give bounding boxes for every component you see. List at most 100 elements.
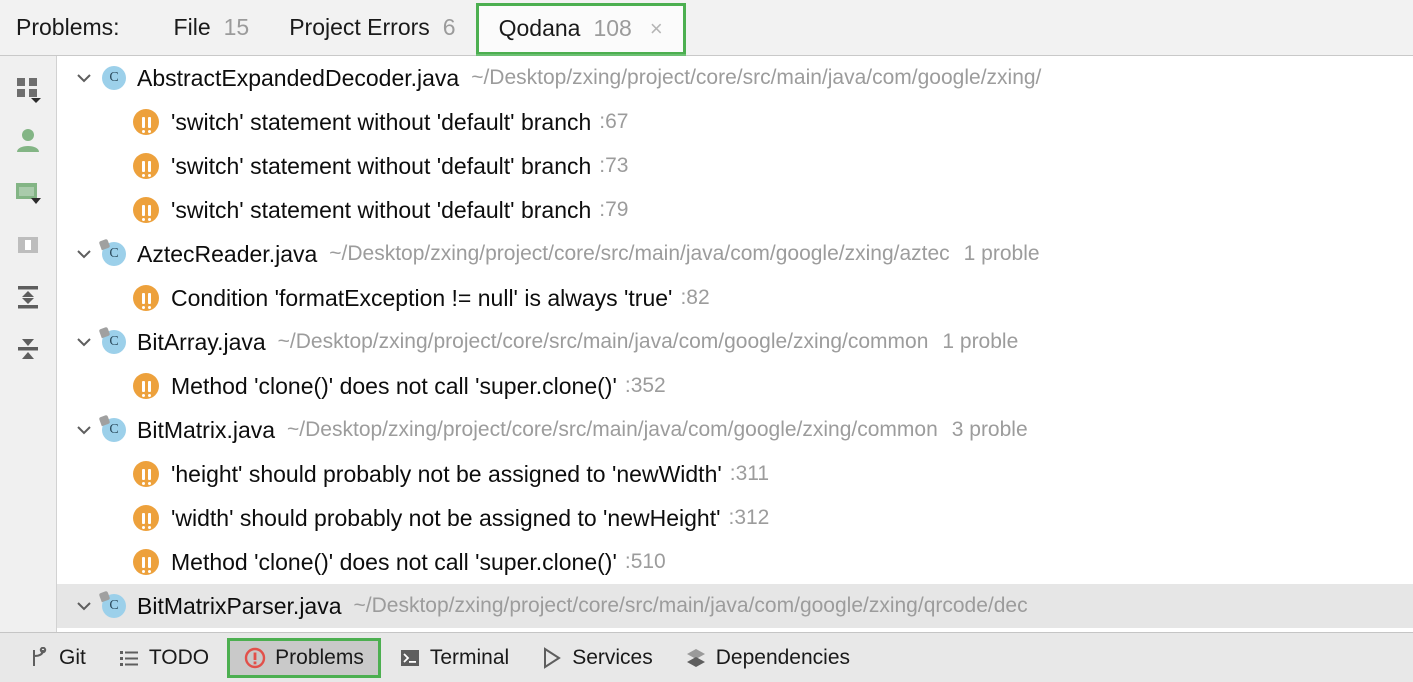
tab-qodana[interactable]: Qodana 108 × xyxy=(475,2,686,58)
java-class-icon: C xyxy=(98,326,127,355)
split-panel-icon[interactable] xyxy=(6,224,50,266)
tree-problem-line: :82 xyxy=(680,286,710,309)
collapse-all-glyph xyxy=(18,339,38,359)
warning-icon xyxy=(133,197,159,223)
tool-window-todo-label: TODO xyxy=(148,645,210,669)
tool-window-todo[interactable]: TODO xyxy=(104,638,223,678)
tree-file-problem-count: 1 proble xyxy=(942,330,1019,353)
problems-label: Problems: xyxy=(16,14,120,40)
java-class-icon: C xyxy=(98,238,127,267)
tree-problem-text: 'switch' statement without 'default' bra… xyxy=(171,196,592,223)
tree-problem-text: 'switch' statement without 'default' bra… xyxy=(171,152,592,179)
split-panel-glyph xyxy=(18,237,38,253)
tree-file-path: ~/Desktop/zxing/project/core/src/main/ja… xyxy=(471,66,1042,89)
tree-file-row[interactable]: C BitArray.java ~/Desktop/zxing/project/co… xyxy=(57,320,1413,364)
tool-window-dependencies-label: Dependencies xyxy=(715,645,850,669)
tree-problem-row[interactable]: Method 'clone()' does not call 'super.cl… xyxy=(57,364,1413,408)
tab-project-errors-label: Project Errors xyxy=(289,14,430,40)
chevron-down-icon[interactable] xyxy=(71,421,97,439)
tab-qodana-label: Qodana xyxy=(498,15,581,41)
tree-problem-text: Method 'clone()' does not call 'super.cl… xyxy=(171,372,617,399)
chevron-down-icon[interactable] xyxy=(71,245,97,263)
java-class-icon: C xyxy=(98,414,127,443)
chevron-down-icon[interactable] xyxy=(71,69,97,87)
tool-window-git-label: Git xyxy=(59,645,86,669)
tree-problem-text: 'switch' statement without 'default' bra… xyxy=(171,108,592,135)
tab-project-errors-count: 6 xyxy=(442,14,456,40)
tree-file-row[interactable]: C BitMatrixParser.java ~/Desktop/zxing/pro… xyxy=(57,584,1413,628)
tree-file-path: ~/Desktop/zxing/project/core/src/main/ja… xyxy=(277,330,929,353)
chevron-down-icon[interactable] xyxy=(71,597,97,615)
warning-icon xyxy=(133,505,159,531)
tool-window-services-label: Services xyxy=(572,645,653,669)
dependencies-layers-icon xyxy=(685,647,707,669)
tool-window-dependencies[interactable]: Dependencies xyxy=(671,638,864,678)
tree-file-path: ~/Desktop/zxing/project/core/src/main/ja… xyxy=(353,594,1028,617)
tree-file-problem-count: 3 proble xyxy=(951,418,1028,441)
java-class-letter: C xyxy=(102,66,126,90)
close-icon[interactable]: × xyxy=(650,17,663,40)
tab-project-errors[interactable]: Project Errors 6 xyxy=(269,2,475,54)
tree-file-name: BitMatrixParser.java xyxy=(137,592,342,619)
tree-problem-row[interactable]: Method 'clone()' does not call 'super.cl… xyxy=(57,540,1413,584)
preview-panel-glyph xyxy=(16,183,41,204)
tree-problem-line: :67 xyxy=(599,110,629,133)
problems-error-icon xyxy=(244,647,266,669)
tree-file-path: ~/Desktop/zxing/project/core/src/main/ja… xyxy=(287,418,938,441)
warning-icon xyxy=(133,549,159,575)
tree-problem-line: :510 xyxy=(624,550,666,573)
tree-file-name: AztecReader.java xyxy=(137,240,318,267)
tool-window-bar: Git TODO Problems Terminal Services Depe… xyxy=(0,632,1413,682)
tree-problem-text: Method 'clone()' does not call 'super.cl… xyxy=(171,548,617,575)
tab-file[interactable]: File 15 xyxy=(154,2,270,54)
tree-file-name: BitMatrix.java xyxy=(137,416,276,443)
group-by-glyph xyxy=(17,78,41,103)
tab-qodana-count: 108 xyxy=(593,15,632,41)
problems-tool-window: Problems: File 15 Project Errors 6 Qodan… xyxy=(0,0,1413,682)
warning-icon xyxy=(133,461,159,487)
chevron-down-icon[interactable] xyxy=(71,333,97,351)
tree-problem-line: :311 xyxy=(729,462,770,485)
problems-sidebar xyxy=(0,56,57,632)
expand-all-glyph xyxy=(18,286,38,309)
tool-window-git[interactable]: Git xyxy=(14,638,100,678)
tab-file-label: File xyxy=(173,14,211,40)
tool-window-terminal[interactable]: Terminal xyxy=(385,638,523,678)
tree-file-name: AbstractExpandedDecoder.java xyxy=(137,64,460,91)
problems-tabbar: Problems: File 15 Project Errors 6 Qodan… xyxy=(0,0,1413,58)
todo-list-icon xyxy=(118,647,140,669)
tree-problem-line: :312 xyxy=(728,506,770,529)
user-icon[interactable] xyxy=(6,120,50,162)
tree-problem-text: 'height' should probably not be assigned… xyxy=(171,460,722,487)
tree-problem-line: :73 xyxy=(599,154,629,177)
problems-body: C AbstractExpandedDecoder.java ~/Desktop/z… xyxy=(0,56,1413,632)
java-class-icon: C xyxy=(101,65,127,91)
warning-icon xyxy=(133,153,159,179)
tree-problem-row[interactable]: 'switch' statement without 'default' bra… xyxy=(57,144,1413,188)
tree-file-row[interactable]: C AztecReader.java ~/Desktop/zxing/project… xyxy=(57,232,1413,276)
tree-problem-row[interactable]: Condition 'formatException != null' is a… xyxy=(57,276,1413,320)
collapse-all-icon[interactable] xyxy=(6,328,50,370)
preview-panel-icon[interactable] xyxy=(6,172,50,214)
warning-icon xyxy=(133,373,159,399)
tree-problem-row[interactable]: 'switch' statement without 'default' bra… xyxy=(57,188,1413,232)
java-class-icon: C xyxy=(98,590,127,619)
problems-tree[interactable]: C AbstractExpandedDecoder.java ~/Desktop/z… xyxy=(57,56,1413,632)
expand-all-icon[interactable] xyxy=(6,276,50,318)
tool-window-problems[interactable]: Problems xyxy=(227,637,381,678)
tree-file-path: ~/Desktop/zxing/project/core/src/main/ja… xyxy=(329,242,950,265)
tree-file-row[interactable]: C BitMatrix.java ~/Desktop/zxing/project/c… xyxy=(57,408,1413,452)
tree-problem-row[interactable]: 'width' should probably not be assigned … xyxy=(57,496,1413,540)
tree-file-row[interactable]: C AbstractExpandedDecoder.java ~/Desktop/z… xyxy=(57,56,1413,100)
tree-problem-row[interactable]: 'height' should probably not be assigned… xyxy=(57,452,1413,496)
tree-file-name: BitArray.java xyxy=(137,328,266,355)
services-run-icon xyxy=(541,646,563,669)
tool-window-problems-label: Problems xyxy=(275,645,364,669)
tool-window-terminal-label: Terminal xyxy=(429,645,510,669)
tree-file-problem-count: 1 proble xyxy=(963,242,1040,265)
tab-file-count: 15 xyxy=(223,14,250,40)
tree-problem-row[interactable]: 'switch' statement without 'default' bra… xyxy=(57,100,1413,144)
user-glyph xyxy=(17,129,39,152)
tool-window-services[interactable]: Services xyxy=(527,638,667,678)
group-by-icon[interactable] xyxy=(6,68,50,110)
